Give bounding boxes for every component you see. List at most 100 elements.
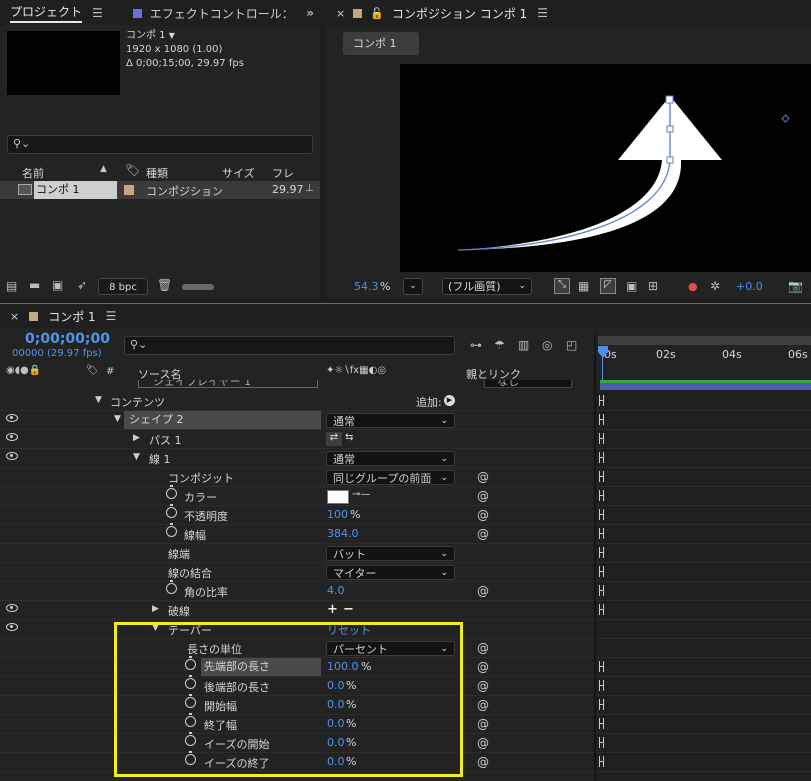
layer-search-input[interactable]: ⚲⌄ xyxy=(124,336,455,355)
expression-spiral-icon[interactable]: @ xyxy=(477,641,489,655)
eye-icon[interactable] xyxy=(6,604,18,612)
stopwatch-icon[interactable] xyxy=(166,485,177,499)
stopwatch-icon[interactable] xyxy=(166,580,177,594)
grid-guides-icon[interactable]: ⊞ xyxy=(648,279,658,293)
stroke1-blend-dropdown[interactable]: 通常 ⌄ xyxy=(326,451,455,466)
graph-editor-icon[interactable]: ◰ xyxy=(566,338,577,352)
project-item-row[interactable]: コンポ 1 コンポジション 29.97 ⊥ xyxy=(0,181,320,199)
prop-row-composite[interactable]: コンポジット 同じグループの前面 ⌄ @ xyxy=(0,468,811,487)
flowchart-icon[interactable]: ⊥ xyxy=(305,183,314,194)
line-cap-dropdown[interactable]: バット ⌄ xyxy=(326,546,455,561)
label-color-swatch[interactable] xyxy=(124,185,134,195)
column-name[interactable]: 名前 xyxy=(22,165,44,181)
expand-arrow-icon[interactable]: ▼ xyxy=(114,414,121,424)
expression-spiral-icon[interactable]: @ xyxy=(477,660,489,674)
expression-spiral-icon[interactable]: @ xyxy=(477,470,489,484)
timecode[interactable]: 0;00;00;00 xyxy=(25,331,110,347)
new-folder-icon[interactable]: ▬ xyxy=(29,278,40,292)
prop-row-shape2[interactable]: ▼ シェイプ 2 通常 ⌄ xyxy=(0,411,811,430)
stopwatch-icon[interactable] xyxy=(166,523,177,537)
expression-spiral-icon[interactable]: @ xyxy=(477,717,489,731)
stroke-width-value[interactable]: 384.0 xyxy=(327,527,359,540)
close-icon[interactable]: × xyxy=(336,7,345,20)
path-direction-icon-2[interactable]: ⇆ xyxy=(345,432,353,443)
zoom-dropdown[interactable]: ⌄ xyxy=(403,278,423,295)
comp-flowchart-icon[interactable]: ⊶ xyxy=(470,338,482,352)
prop-row-stroke-width[interactable]: 線幅 384.0 @ xyxy=(0,523,811,544)
close-icon[interactable]: × xyxy=(10,310,19,323)
zoom-value[interactable]: 54.3 xyxy=(354,280,379,293)
mask-path-icon[interactable]: ◸ xyxy=(600,278,616,294)
miter-limit-value[interactable]: 4.0 xyxy=(327,584,345,597)
layer-name[interactable]: シェイプレイヤー 1 xyxy=(138,380,318,388)
panel-divider[interactable] xyxy=(594,334,596,781)
tab-effect-controls[interactable]: エフェクトコントロール： xyxy=(150,5,294,22)
arrow-shape[interactable] xyxy=(400,64,811,272)
menu-icon[interactable]: ☰ xyxy=(106,309,117,323)
shy-layers-icon[interactable]: ☂ xyxy=(494,338,505,352)
shape2-blend-dropdown[interactable]: 通常 ⌄ xyxy=(326,413,455,428)
expression-spiral-icon[interactable]: @ xyxy=(477,679,489,693)
prop-shape2[interactable]: シェイプ 2 xyxy=(124,411,321,429)
expression-spiral-icon[interactable]: @ xyxy=(477,584,489,598)
search-input[interactable]: ⚲⌄ xyxy=(7,135,313,154)
eye-icon[interactable] xyxy=(6,414,18,422)
frame-blending-icon[interactable]: ▥ xyxy=(518,338,529,352)
expression-spiral-icon[interactable]: @ xyxy=(477,489,489,503)
tab-composition[interactable]: コンポジション コンポ 1 xyxy=(392,5,527,22)
interpret-footage-icon[interactable]: ▤ xyxy=(6,279,17,293)
comp-subtab[interactable]: コンポ 1 xyxy=(343,32,419,55)
collapse-arrow-icon[interactable]: ▶ xyxy=(152,604,159,614)
snapshot-camera-icon[interactable]: 📷 xyxy=(788,279,803,293)
menu-icon[interactable]: ☰ xyxy=(92,6,103,20)
add-dash-icon[interactable]: + xyxy=(327,602,338,617)
opacity-value[interactable]: 100 xyxy=(327,508,348,521)
prop-row-stroke1[interactable]: ▼ 線 1 通常 ⌄ xyxy=(0,449,811,468)
viewer[interactable] xyxy=(326,64,811,272)
tab-timeline[interactable]: コンポ 1 xyxy=(48,308,95,325)
chevron-down-icon[interactable]: ▼ xyxy=(169,31,175,40)
thumbnail-slider[interactable] xyxy=(182,284,214,290)
expression-spiral-icon[interactable]: @ xyxy=(477,527,489,541)
tab-project[interactable]: プロジェクト xyxy=(10,3,83,23)
expression-spiral-icon[interactable]: @ xyxy=(477,736,489,750)
new-comp-icon[interactable]: ▣ xyxy=(52,278,63,292)
eyedropper-icon[interactable]: ⊸— xyxy=(352,489,370,500)
column-frame[interactable]: フレ xyxy=(272,165,294,181)
exposure-value[interactable]: +0.0 xyxy=(736,280,763,293)
eye-icon[interactable] xyxy=(6,452,18,460)
line-join-dropdown[interactable]: マイター ⌄ xyxy=(326,565,455,580)
path-direction-icon[interactable]: ⇄ xyxy=(326,432,342,446)
composite-dropdown[interactable]: 同じグループの前面 ⌄ xyxy=(326,470,455,485)
item-name[interactable]: コンポ 1 xyxy=(34,181,117,199)
color-swatch[interactable] xyxy=(327,490,349,504)
motion-blur-icon[interactable]: ◎ xyxy=(542,338,552,352)
prop-row-color[interactable]: カラー ⊸— @ xyxy=(0,485,811,506)
expand-arrow-icon[interactable]: ▼ xyxy=(95,395,102,405)
column-size[interactable]: サイズ xyxy=(222,165,255,181)
layer-row[interactable]: シェイプレイヤー 1 なし xyxy=(0,380,811,390)
stopwatch-icon[interactable] xyxy=(166,504,177,518)
add-play-icon[interactable]: ▶ xyxy=(444,395,455,406)
work-area-bar[interactable] xyxy=(598,336,811,345)
eye-icon[interactable] xyxy=(6,433,18,441)
prop-row-path1[interactable]: ▶ パス 1 ⇄ ⇆ xyxy=(0,430,811,449)
color-management-icon[interactable]: ✲ xyxy=(710,279,720,293)
eye-icon[interactable] xyxy=(6,623,18,631)
prop-row-line-cap[interactable]: 線端 バット ⌄ xyxy=(0,544,811,563)
prop-row-line-join[interactable]: 線の結合 マイター ⌄ xyxy=(0,563,811,582)
prop-row-opacity[interactable]: 不透明度 100 % @ xyxy=(0,504,811,525)
expression-spiral-icon[interactable]: @ xyxy=(477,698,489,712)
prop-row-miter-limit[interactable]: 角の比率 4.0 @ xyxy=(0,580,811,601)
transparency-grid-icon[interactable]: ▦ xyxy=(578,279,589,293)
expand-arrow-icon[interactable]: ▼ xyxy=(133,452,140,462)
prop-row-contents[interactable]: ▼ コンテンツ 追加: ▶ xyxy=(0,392,811,411)
collapse-arrow-icon[interactable]: ▶ xyxy=(133,433,140,443)
expression-spiral-icon[interactable]: @ xyxy=(477,508,489,522)
panel-overflow-icon[interactable]: » xyxy=(306,6,314,20)
render-icon[interactable]: ➶ xyxy=(77,278,87,292)
time-ruler[interactable]: 0s 02s 04s 06s xyxy=(596,334,811,776)
lock-icon[interactable]: 🔓 xyxy=(370,7,384,20)
bit-depth-button[interactable]: 8 bpc xyxy=(98,278,148,295)
prop-row-dashes[interactable]: ▶ 破線 + − xyxy=(0,601,811,620)
